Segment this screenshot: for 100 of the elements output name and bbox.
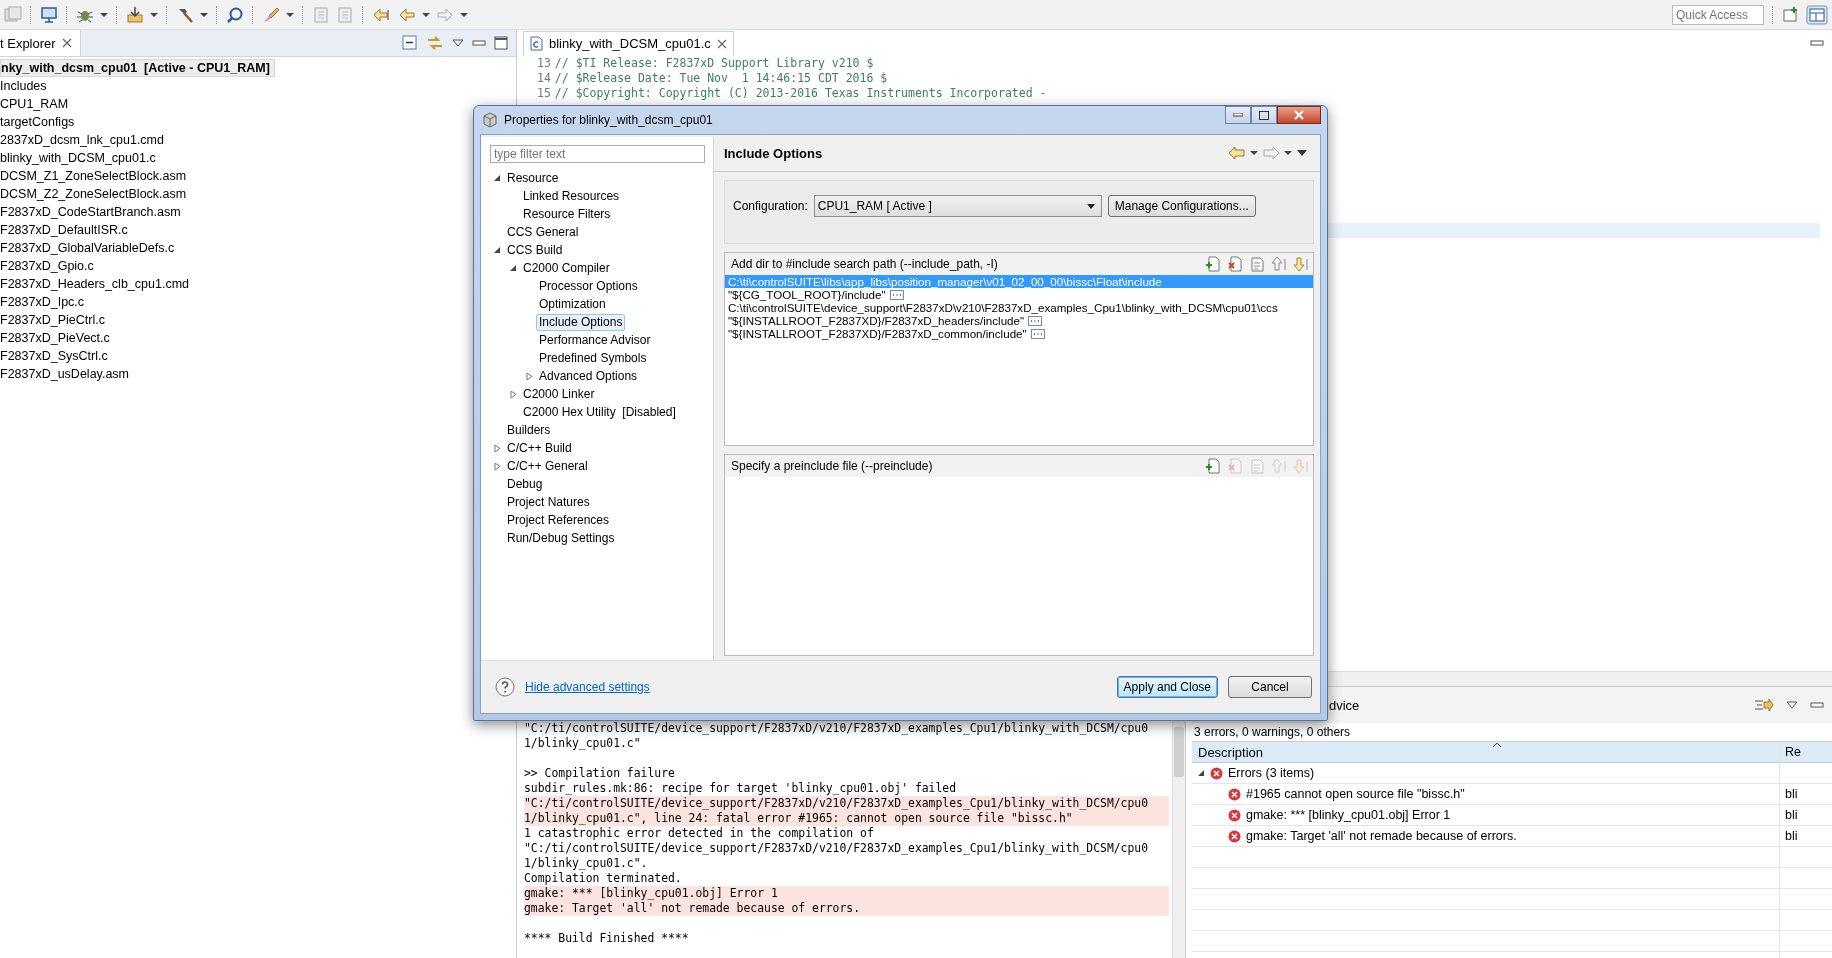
tree-item[interactable]: nky_with_dcsm_cpu01 [Active - CPU1_RAM] — [0, 59, 275, 77]
caret-icon[interactable] — [422, 11, 430, 18]
tree-item[interactable]: F2837xD_Gpio.c — [0, 257, 98, 275]
tree-item[interactable]: CCS Build — [504, 241, 566, 259]
tree-item[interactable]: DCSM_Z1_ZoneSelectBlock.asm — [0, 167, 191, 185]
help-icon[interactable] — [495, 677, 515, 697]
tree-item[interactable]: Linked Resources — [520, 187, 623, 205]
tree-item[interactable]: DCSM_Z2_ZoneSelectBlock.asm — [0, 185, 191, 203]
link-icon[interactable] — [426, 35, 444, 51]
expand-arrow-icon[interactable] — [493, 246, 501, 254]
tree-item[interactable]: F2837xD_PieCtrl.c — [0, 311, 109, 329]
close-button[interactable] — [1277, 106, 1321, 124]
caret-icon[interactable] — [1250, 150, 1258, 156]
dialog-button[interactable]: Apply and Close — [1116, 676, 1218, 698]
column-header[interactable]: Re — [1779, 742, 1832, 762]
tree-item[interactable]: CCS General — [504, 223, 582, 241]
tree-item[interactable]: Builders — [504, 421, 554, 439]
tree-item[interactable]: Processor Options — [536, 277, 641, 295]
tree-item[interactable]: F2837xD_Headers_clb_cpu1.cmd — [0, 275, 193, 293]
tree-item[interactable]: Debug — [504, 475, 546, 493]
tree-item[interactable]: Include Options — [536, 313, 626, 331]
tree-item[interactable]: F2837xD_SysCtrl.c — [0, 347, 112, 365]
minimize-icon[interactable] — [1810, 40, 1824, 46]
expand-arrow-icon[interactable] — [509, 390, 517, 398]
list-item[interactable]: "${INSTALLROOT_F2837XD}/F2837xD_headers/include" — [725, 314, 1313, 327]
tree-item[interactable]: Optimization — [536, 295, 609, 313]
expand-arrow-icon[interactable] — [509, 264, 517, 272]
close-icon[interactable] — [716, 38, 727, 49]
back-arrow-icon[interactable] — [1228, 146, 1246, 160]
tree-item[interactable]: C/C++ General — [504, 457, 591, 475]
tree-item[interactable]: F2837xD_DefaultISR.c — [0, 221, 132, 239]
tree-item[interactable]: blinky_with_DCSM_cpu01.c — [0, 149, 160, 167]
column-header[interactable]: Description — [1192, 744, 1779, 760]
quick-access-field[interactable]: Quick Access — [1672, 4, 1764, 25]
maximize-icon[interactable] — [494, 36, 508, 50]
tree-item[interactable]: C2000 Compiler — [520, 259, 613, 277]
tree-item[interactable]: Performance Advisor — [536, 331, 654, 349]
view-menu-icon[interactable] — [452, 39, 464, 47]
tree-item[interactable]: Advanced Options — [536, 367, 641, 385]
tree-item[interactable]: Predefined Symbols — [536, 349, 650, 367]
perspective-icon[interactable] — [1806, 4, 1828, 25]
magnifier-icon[interactable] — [226, 5, 244, 24]
monitor-icon[interactable] — [40, 5, 58, 24]
tree-item[interactable]: Errors (3 items) — [1228, 766, 1315, 780]
minimize-icon[interactable] — [472, 40, 486, 46]
manage-configurations-button[interactable]: Manage Configurations... — [1107, 195, 1256, 217]
list-item[interactable]: C:\ti\controlSUITE\device_support\F2837xD\v210\F2837xD_examples_Cpu1\blinky_with_DCSM\cpu01\ccs — [725, 301, 1313, 314]
open-perspective-icon[interactable] — [1782, 5, 1800, 24]
move-down-icon[interactable] — [1293, 256, 1309, 272]
view-menu-icon[interactable] — [1296, 149, 1308, 157]
caret-icon[interactable] — [460, 11, 468, 18]
tree-item[interactable]: Resource Filters — [520, 205, 614, 223]
tree-item[interactable]: Run/Debug Settings — [504, 529, 618, 547]
configuration-select[interactable]: CPU1_RAM [ Active ] — [813, 195, 1102, 217]
list-item[interactable]: "${INSTALLROOT_F2837XD}/F2837xD_common/include" — [725, 327, 1313, 340]
tree-item[interactable]: Project Natures — [504, 493, 593, 511]
caret-icon[interactable] — [100, 11, 108, 18]
list-item[interactable]: "${CG_TOOL_ROOT}/include" — [725, 288, 1313, 301]
close-icon[interactable] — [61, 38, 72, 48]
expand-arrow-icon[interactable] — [493, 462, 501, 470]
add-file-icon[interactable] — [1205, 256, 1221, 272]
tree-item[interactable]: F2837xD_CodeStartBranch.asm — [0, 203, 185, 221]
hide-advanced-settings-link[interactable]: Hide advanced settings — [525, 680, 650, 694]
expand-arrow-icon[interactable] — [525, 372, 533, 380]
line-number: 13 — [537, 56, 551, 71]
tree-item[interactable]: targetConfigs — [0, 113, 79, 131]
caret-icon[interactable] — [1284, 150, 1292, 156]
tree-item[interactable]: C2000 Linker — [520, 385, 598, 403]
download-icon[interactable] — [126, 5, 144, 24]
tree-item[interactable]: F2837xD_GlobalVariableDefs.c — [0, 239, 179, 257]
tree-item[interactable]: F2837xD_usDelay.asm — [0, 365, 133, 383]
dialog-button[interactable]: Cancel — [1228, 676, 1312, 698]
filter-field[interactable]: type filter text — [490, 145, 705, 163]
view-menu-icon[interactable] — [1786, 701, 1798, 709]
maximize-button[interactable] — [1251, 106, 1277, 124]
brush-icon[interactable] — [262, 5, 280, 24]
tree-item[interactable]: 2837xD_dcsm_lnk_cpu1.cmd — [0, 131, 168, 149]
collapse-all-icon[interactable] — [402, 35, 418, 51]
caret-icon[interactable] — [150, 11, 158, 18]
tree-item[interactable]: C2000 Hex Utility [Disabled] — [520, 403, 679, 421]
view-tab[interactable]: dvice — [1329, 697, 1360, 713]
filter-icon[interactable] — [1754, 697, 1774, 713]
tree-item[interactable]: C/C++ Build — [504, 439, 575, 457]
c-file-icon[interactable] — [530, 36, 543, 51]
caret-icon[interactable] — [286, 11, 294, 18]
delete-file-icon[interactable] — [1227, 256, 1243, 272]
add-file-icon[interactable] — [1205, 458, 1221, 474]
tree-item[interactable]: CPU1_RAM — [0, 95, 73, 113]
tree-item[interactable]: Resource — [504, 169, 562, 187]
tree-item[interactable]: Includes — [0, 77, 51, 95]
caret-icon[interactable] — [200, 11, 208, 18]
expand-arrow-icon[interactable] — [493, 444, 501, 452]
minimize-icon[interactable] — [1810, 702, 1824, 708]
expand-arrow-icon[interactable] — [493, 174, 501, 182]
edit-file-icon[interactable] — [1249, 256, 1265, 272]
tree-item[interactable]: Project References — [504, 511, 613, 529]
tree-item[interactable]: F2837xD_PieVect.c — [0, 329, 114, 347]
tree-item[interactable]: F2837xD_Ipc.c — [0, 293, 89, 311]
move-up-icon[interactable] — [1271, 256, 1287, 272]
expand-arrow-icon[interactable] — [1198, 769, 1205, 777]
